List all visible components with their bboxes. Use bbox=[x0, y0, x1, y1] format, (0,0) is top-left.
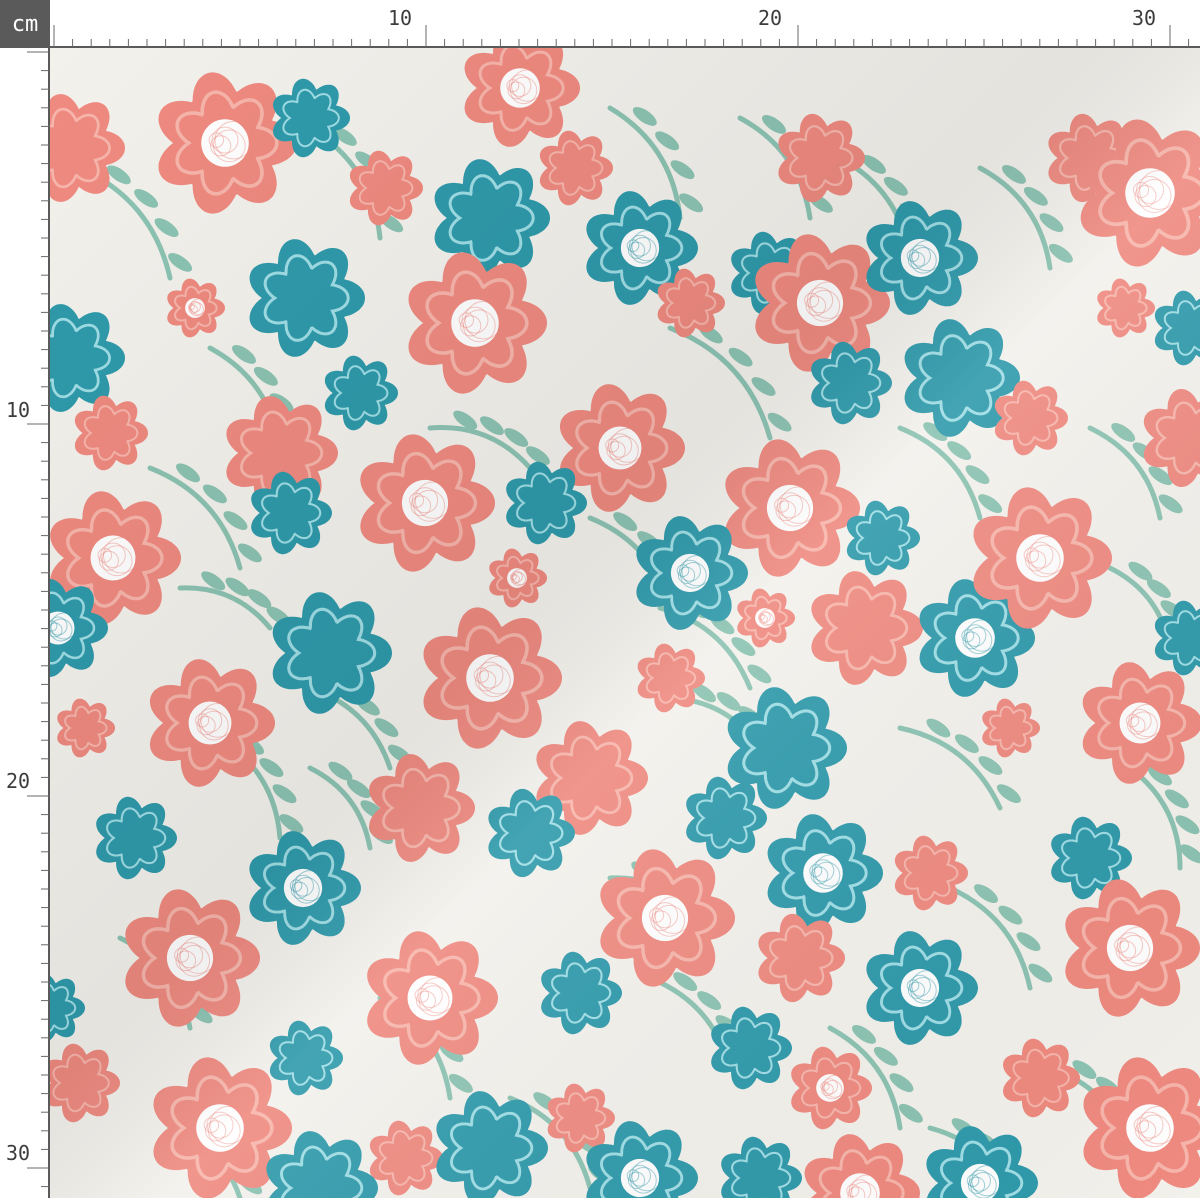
fabric-swatch bbox=[50, 48, 1200, 1198]
ruler-top-ticks bbox=[50, 0, 1200, 48]
floral-pattern bbox=[50, 48, 1200, 1198]
ruler-left: 10 20 30 bbox=[0, 48, 50, 1198]
ruler-left-ticks bbox=[0, 48, 50, 1198]
ruler-left-label-30: 30 bbox=[6, 1143, 30, 1163]
ruler-top-label-10: 10 bbox=[388, 8, 412, 28]
ruler-left-label-20: 20 bbox=[6, 771, 30, 791]
ruler-top: 10 20 30 bbox=[50, 0, 1200, 48]
ruler-top-label-30: 30 bbox=[1132, 8, 1156, 28]
ruler-left-label-10: 10 bbox=[6, 400, 30, 420]
unit-badge: cm bbox=[0, 0, 50, 48]
unit-label: cm bbox=[12, 12, 39, 37]
ruler-top-label-20: 20 bbox=[758, 8, 782, 28]
